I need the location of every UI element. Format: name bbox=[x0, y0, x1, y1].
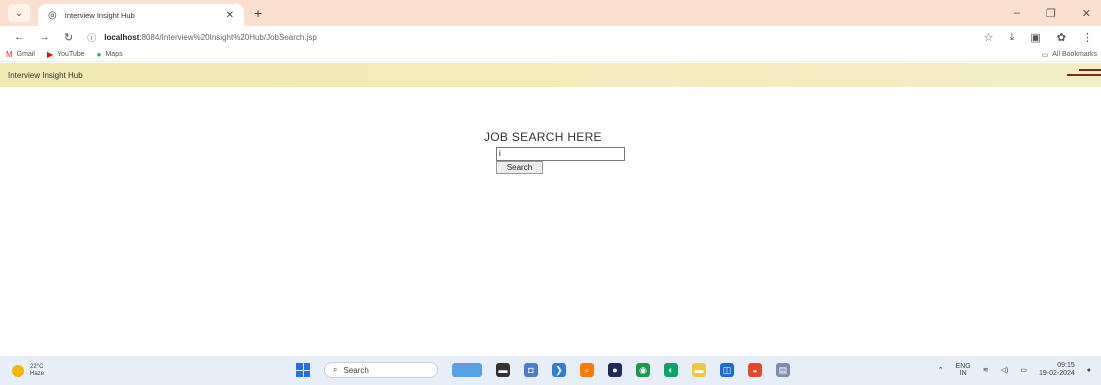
main-content: JOB SEARCH HERE i Search bbox=[0, 88, 1101, 356]
extension-icon[interactable]: ✿ bbox=[1057, 31, 1066, 44]
url-path: :8084/Interview%20Insight%20Hub/JobSearc… bbox=[139, 32, 317, 42]
globe-icon: ◎ bbox=[48, 9, 57, 21]
gmail-icon: M bbox=[6, 50, 13, 59]
site-header: Interview Insight Hub bbox=[0, 63, 1101, 87]
file-explorer-icon[interactable]: ▬ bbox=[692, 363, 706, 377]
date: 19-02-2024 bbox=[1038, 370, 1075, 377]
menu-icon[interactable]: ⋮ bbox=[1082, 31, 1093, 44]
star-icon[interactable]: ☆ bbox=[984, 31, 994, 44]
taskbar-apps: ⌕ Search ▬ ◘ ❯ ⌕ ● ◉ ◐ ▬ ◫ ◒ ▤ bbox=[296, 362, 790, 378]
new-tab-button[interactable]: + bbox=[254, 5, 262, 21]
maps-icon: ● bbox=[96, 50, 102, 59]
folder-icon: ▭ bbox=[1041, 51, 1049, 59]
download-icon[interactable]: ⤓ bbox=[1010, 31, 1015, 44]
chat-icon[interactable]: ◘ bbox=[524, 363, 538, 377]
app-icon-2[interactable]: ▤ bbox=[776, 363, 790, 377]
sidepanel-icon[interactable]: ▣ bbox=[1030, 31, 1040, 44]
store-icon[interactable]: ◫ bbox=[720, 363, 734, 377]
browser-icon[interactable]: ◒ bbox=[748, 363, 762, 377]
toolbar-right: ☆ ⤓ ▣ ✿ ⋮ bbox=[984, 31, 1093, 44]
edge-icon[interactable]: ◐ bbox=[664, 363, 678, 377]
bookmark-maps[interactable]: ● Maps bbox=[97, 50, 123, 59]
app-icon[interactable]: ● bbox=[608, 363, 622, 377]
clock[interactable]: 09:15 19-02-2024 bbox=[1039, 362, 1075, 378]
reload-icon[interactable]: ↻ bbox=[64, 31, 73, 44]
info-icon[interactable]: ⓘ bbox=[87, 31, 96, 44]
bookmark-label: Maps bbox=[105, 51, 123, 58]
chrome-icon[interactable]: ◉ bbox=[636, 363, 650, 377]
chevron-up-icon[interactable]: ⌃ bbox=[938, 366, 944, 374]
region-label: IN bbox=[959, 370, 967, 377]
battery-icon[interactable]: ▭ bbox=[1020, 366, 1027, 374]
weather-icon bbox=[12, 364, 24, 377]
site-brand[interactable]: Interview Insight Hub bbox=[8, 71, 83, 80]
restore-icon[interactable]: ❐ bbox=[1046, 7, 1056, 20]
vscode-icon[interactable]: ❯ bbox=[552, 363, 566, 377]
close-window-icon[interactable]: ✕ bbox=[1082, 7, 1091, 20]
system-tray: ⌃ ENG IN ≋ ◁) ▭ 09:15 19-02-2024 ● bbox=[938, 362, 1091, 378]
notification-icon[interactable]: ● bbox=[1087, 367, 1091, 374]
tab-search-button[interactable]: ⌄ bbox=[8, 4, 30, 22]
page-title: JOB SEARCH HERE bbox=[484, 130, 602, 144]
hamburger-menu-icon[interactable] bbox=[1063, 69, 1101, 83]
close-icon[interactable]: ✕ bbox=[226, 10, 234, 21]
widget-app-icon[interactable] bbox=[452, 363, 482, 377]
forward-icon[interactable]: → bbox=[39, 31, 50, 43]
bookmark-gmail[interactable]: M Gmail bbox=[6, 50, 35, 59]
temperature: 22°C bbox=[30, 363, 44, 370]
browser-navbar: ← → ↻ ⓘ localhost:8084/Interview%20Insig… bbox=[0, 26, 1101, 48]
youtube-icon: ▶ bbox=[46, 50, 54, 59]
taskbar: 22°C Haze ⌕ Search ▬ ◘ ❯ ⌕ ● ◉ ◐ ▬ ◫ ◒ ▤… bbox=[0, 356, 1101, 385]
window-controls: – ❐ ✕ bbox=[1014, 7, 1091, 20]
task-view-icon[interactable]: ▬ bbox=[496, 363, 510, 377]
browser-tab[interactable]: ◎ Interview Insight Hub ✕ bbox=[38, 4, 244, 26]
taskbar-search[interactable]: ⌕ Search bbox=[324, 362, 438, 378]
wifi-icon[interactable]: ≋ bbox=[983, 366, 989, 374]
taskbar-search-placeholder: Search bbox=[343, 365, 369, 375]
search-icon: ⌕ bbox=[333, 365, 338, 374]
chevron-down-icon: ⌄ bbox=[14, 7, 24, 19]
bookmark-youtube[interactable]: ▶ YouTube bbox=[47, 50, 85, 59]
weather-widget[interactable]: 22°C Haze bbox=[12, 364, 44, 378]
browser-titlebar: ⌄ ◎ Interview Insight Hub ✕ + – ❐ ✕ bbox=[0, 0, 1101, 26]
tab-title: Interview Insight Hub bbox=[64, 10, 135, 20]
language-label: ENG bbox=[955, 363, 971, 370]
weather-condition: Haze bbox=[30, 370, 45, 377]
bookmark-label: YouTube bbox=[57, 51, 85, 58]
volume-icon[interactable]: ◁) bbox=[1001, 366, 1009, 374]
all-bookmarks-label: All Bookmarks bbox=[1052, 51, 1097, 58]
bookmarks-bar: M Gmail ▶ YouTube ● Maps ▭ All Bookmarks bbox=[0, 48, 1101, 62]
url-host: localhost bbox=[104, 32, 140, 42]
back-icon[interactable]: ← bbox=[14, 31, 25, 43]
bookmark-label: Gmail bbox=[16, 51, 35, 58]
search-button[interactable]: Search bbox=[496, 161, 543, 174]
job-search-input[interactable]: i bbox=[496, 147, 625, 161]
minimize-icon[interactable]: – bbox=[1014, 7, 1020, 20]
language-indicator[interactable]: ENG IN bbox=[956, 363, 971, 377]
address-bar[interactable]: ⓘ localhost:8084/Interview%20Insight%20H… bbox=[87, 29, 447, 45]
all-bookmarks[interactable]: ▭ All Bookmarks bbox=[1042, 51, 1097, 59]
time: 09:15 bbox=[1057, 362, 1075, 369]
windows-start-icon[interactable] bbox=[296, 363, 310, 377]
search-app-icon[interactable]: ⌕ bbox=[580, 363, 594, 377]
